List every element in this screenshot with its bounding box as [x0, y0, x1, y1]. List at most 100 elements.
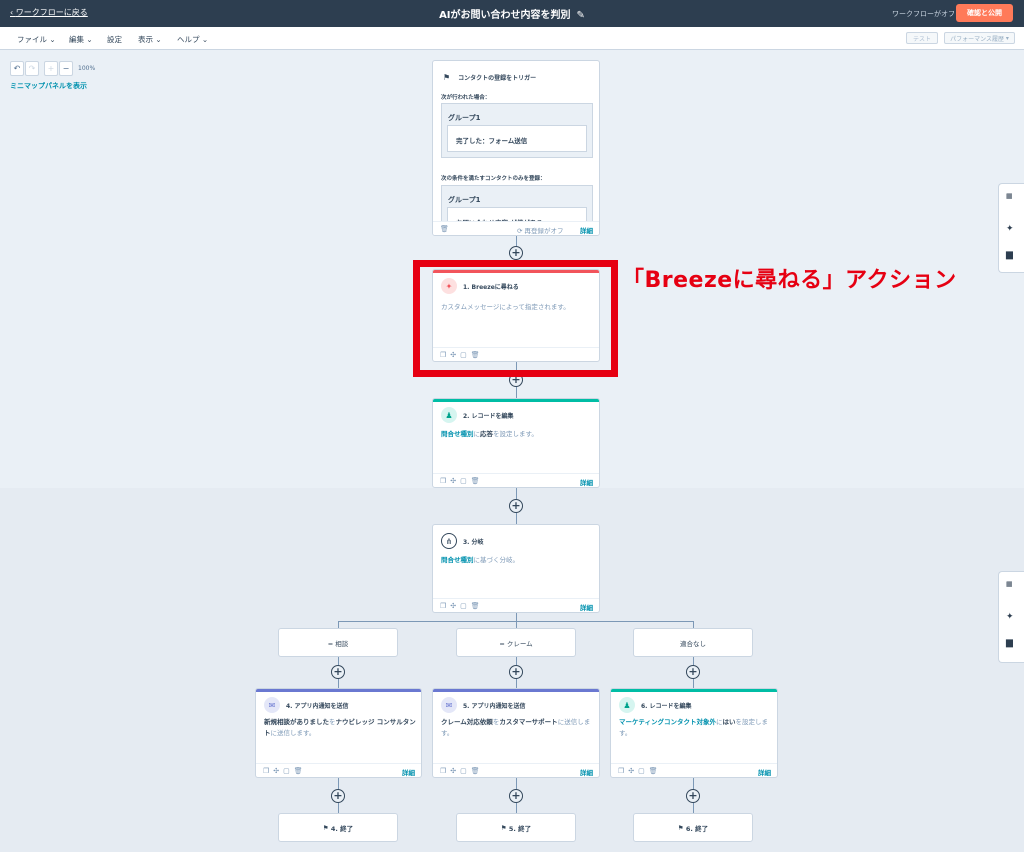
- sparkle-icon[interactable]: ✦: [1006, 612, 1014, 622]
- menu-help[interactable]: ヘルプ ⌄: [177, 34, 208, 45]
- card-accent: [611, 689, 777, 692]
- flag-icon: ⚑: [443, 73, 451, 82]
- workflow-title-text: AIがお問い合わせ内容を判別: [439, 10, 571, 21]
- annotation-label: 「Breezeに尋ねる」アクション: [622, 268, 957, 293]
- action-card-branch[interactable]: ⋔ 3. 分岐 問合せ種別に基づく分岐。 ❐✣▢🗑 詳細: [432, 524, 600, 613]
- test-button[interactable]: テスト: [906, 32, 938, 44]
- trash-icon[interactable]: 🗑: [440, 225, 453, 233]
- re-enroll-label: 再登録がオフ: [524, 227, 564, 235]
- filter-group: グループ1 お問い合わせ内容 が値がある: [441, 185, 593, 234]
- end-label: 6. 終了: [685, 824, 709, 833]
- grid-icon[interactable]: ▦: [1006, 580, 1013, 588]
- end-step[interactable]: ⚑ 6. 終了: [633, 813, 753, 842]
- add-action-button[interactable]: +: [509, 665, 523, 679]
- flag-icon: ⚑: [322, 823, 329, 832]
- card-description: マーケティングコンタクト対象外にはいを設定します。: [619, 717, 771, 739]
- add-action-button[interactable]: +: [686, 665, 700, 679]
- card-footer: ❐✣▢🗑 詳細: [611, 763, 777, 777]
- redo-button[interactable]: ↷: [25, 61, 39, 76]
- connector: [338, 621, 339, 628]
- chevron-down-icon: ▾: [1005, 34, 1009, 42]
- chat-icon[interactable]: ▆: [1006, 250, 1013, 260]
- card-header: ✉ 5. アプリ内通知を送信: [441, 697, 526, 713]
- people-icon: ♟: [441, 407, 457, 423]
- end-label: 4. 終了: [330, 824, 354, 833]
- undo-icon: ↶: [13, 64, 21, 73]
- detail-link[interactable]: 詳細: [758, 767, 771, 777]
- trigger-card[interactable]: ⚑ コンタクトの登録をトリガー 次が行われた場合： グループ1 完了した：フォーム…: [432, 60, 600, 236]
- detail-link[interactable]: 詳細: [580, 225, 593, 235]
- action-card-edit-record-2[interactable]: ♟ 6. レコードを編集 マーケティングコンタクト対象外にはいを設定します。 ❐…: [610, 688, 778, 778]
- recipient-name: カスタマーサポート: [499, 718, 558, 726]
- card-tool-icons[interactable]: ❐✣▢🗑: [618, 767, 662, 775]
- envelope-icon: ✉: [441, 697, 457, 713]
- zoom-out-button[interactable]: −: [59, 61, 73, 76]
- add-action-button[interactable]: +: [509, 246, 523, 260]
- end-step[interactable]: ⚑ 5. 終了: [456, 813, 576, 842]
- detail-link[interactable]: 詳細: [580, 602, 593, 612]
- menu-file-label: ファイル: [17, 35, 47, 44]
- menu-help-label: ヘルプ: [177, 35, 200, 44]
- card-footer: ❐✣▢🗑 詳細: [433, 598, 599, 612]
- card-footer: ❐✣▢🗑 詳細: [433, 763, 599, 777]
- re-enroll-status[interactable]: ⟳ 再登録がオフ: [517, 225, 564, 235]
- property-value: はい: [722, 718, 736, 726]
- card-description: 新規相談がありましたをナウビレッジ コンサルタントに送信します。: [264, 717, 416, 739]
- action-card-notify-complaint[interactable]: ✉ 5. アプリ内通知を送信 クレーム対応依頼をカスタマーサポートに送信します。…: [432, 688, 600, 778]
- chevron-down-icon: ⌄: [86, 35, 93, 44]
- performance-history-button[interactable]: パフォーマンス履歴 ▾: [944, 32, 1015, 44]
- branch-complaint[interactable]: = クレーム: [456, 628, 576, 657]
- card-tool-icons[interactable]: ❐✣▢🗑: [440, 602, 484, 610]
- desc-text: に送信します。: [270, 729, 316, 737]
- grid-icon[interactable]: ▦: [1006, 192, 1013, 200]
- menu-settings[interactable]: 設定: [107, 34, 122, 45]
- pencil-icon[interactable]: ✎: [577, 10, 585, 21]
- right-side-panel: ▦ ✦ ▆: [998, 183, 1024, 273]
- show-minimap-link[interactable]: ミニマップパネルを表示: [10, 81, 87, 91]
- menu-edit[interactable]: 編集 ⌄: [69, 34, 93, 45]
- menu-file[interactable]: ファイル ⌄: [17, 34, 56, 45]
- trigger-title: コンタクトの登録をトリガー: [458, 75, 537, 82]
- add-action-button[interactable]: +: [686, 789, 700, 803]
- card-tool-icons[interactable]: ❐✣▢🗑: [263, 767, 307, 775]
- add-action-button[interactable]: +: [509, 499, 523, 513]
- chat-icon[interactable]: ▆: [1006, 638, 1013, 648]
- sparkle-icon[interactable]: ✦: [1006, 224, 1014, 234]
- group-condition: 完了した：フォーム送信: [447, 125, 587, 152]
- plus-icon: +: [47, 64, 55, 73]
- add-action-button[interactable]: +: [331, 789, 345, 803]
- review-publish-button[interactable]: 確認と公開: [956, 4, 1013, 22]
- zoom-in-button[interactable]: +: [44, 61, 58, 76]
- card-tool-icons[interactable]: ❐✣▢🗑: [440, 477, 484, 485]
- workflow-title[interactable]: AIがお問い合わせ内容を判別 ✎: [0, 6, 1024, 21]
- desc-text: を設定します。: [493, 430, 538, 438]
- chevron-down-icon: ⌄: [155, 35, 162, 44]
- action-card-notify-consult[interactable]: ✉ 4. アプリ内通知を送信 新規相談がありましたをナウビレッジ コンサルタント…: [255, 688, 422, 778]
- refresh-icon: ⟳: [517, 227, 523, 235]
- zoom-level: 100%: [78, 65, 96, 72]
- card-accent: [433, 399, 599, 402]
- workflow-status: ワークフローがオフ: [892, 10, 955, 18]
- property-name: マーケティングコンタクト対象外: [619, 718, 716, 726]
- detail-link[interactable]: 詳細: [580, 477, 593, 487]
- trigger-group: グループ1 完了した：フォーム送信: [441, 103, 593, 158]
- card-tool-icons[interactable]: ❐✣▢🗑: [440, 767, 484, 775]
- detail-link[interactable]: 詳細: [402, 767, 415, 777]
- card-accent: [256, 689, 421, 692]
- add-action-button[interactable]: +: [331, 665, 345, 679]
- action-card-edit-record[interactable]: ♟ 2. レコードを編集 問合せ種別に応答を設定します。 ❐✣▢🗑 詳細: [432, 398, 600, 488]
- branch-icon: ⋔: [441, 533, 457, 549]
- card-header: ⋔ 3. 分岐: [441, 533, 484, 549]
- branch-no-match[interactable]: 適合なし: [633, 628, 753, 657]
- end-step[interactable]: ⚑ 4. 終了: [278, 813, 398, 842]
- message-name: 新規相談がありました: [264, 718, 329, 726]
- card-title: 6. レコードを編集: [641, 702, 692, 710]
- detail-link[interactable]: 詳細: [580, 767, 593, 777]
- menu-view[interactable]: 表示 ⌄: [138, 34, 162, 45]
- add-action-button[interactable]: +: [509, 789, 523, 803]
- undo-button[interactable]: ↶: [10, 61, 24, 76]
- branch-consult[interactable]: = 相談: [278, 628, 398, 657]
- property-name: 問合せ種別: [441, 430, 474, 438]
- property-value: 応答: [480, 430, 493, 438]
- connector: [516, 621, 517, 628]
